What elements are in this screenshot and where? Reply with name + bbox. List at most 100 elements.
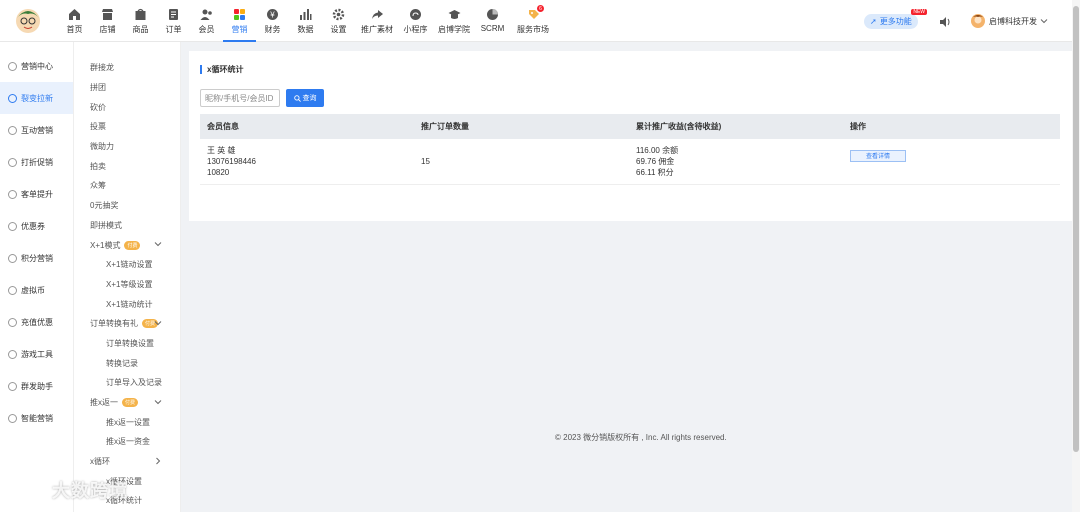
sidebar-item-11[interactable]: 群发助手 bbox=[0, 370, 73, 402]
nav-item-label: 首页 bbox=[66, 25, 83, 34]
sidebar-item-label: 智能营销 bbox=[21, 413, 53, 423]
submenu-item-18[interactable]: 推x返一 付费 bbox=[74, 393, 180, 413]
sidebar-item-icon bbox=[8, 285, 17, 295]
nav-item-2[interactable]: 店铺 bbox=[91, 0, 124, 42]
submenu-item-6[interactable]: 拍卖 bbox=[74, 156, 180, 176]
submenu-item-label: X+1链动设置 bbox=[106, 260, 153, 270]
submenu-item-7[interactable]: 众筹 bbox=[74, 176, 180, 196]
logo-avatar-icon[interactable] bbox=[14, 6, 42, 36]
top-bar: 首页 店铺 商品 订单 会员 营销 ¥ 财务 数据 设置 推广素材 小程序 启博学院 SCRM 服务市场 6 … bbox=[0, 0, 1072, 42]
table-header: 会员信息 推广订单数量 累计推广收益(含待收益) 操作 bbox=[200, 114, 1060, 139]
settings-icon bbox=[332, 8, 345, 21]
goods-icon bbox=[135, 8, 146, 20]
footer-copyright: © 2023 微分销版权所有 , Inc. All rights reserve… bbox=[555, 433, 727, 442]
view-detail-button[interactable]: 查看详情 bbox=[850, 149, 906, 162]
submenu-item-17[interactable]: 订单导入及记录 bbox=[74, 373, 180, 393]
nav-item-1[interactable]: 首页 bbox=[58, 0, 91, 42]
sidebar-item-label: 互动营销 bbox=[21, 125, 53, 135]
watermark-logo-icon bbox=[9, 479, 44, 501]
sidebar-item-2[interactable]: 裂变拉新 bbox=[0, 82, 73, 114]
nav-item-7[interactable]: ¥ 财务 bbox=[256, 0, 289, 42]
nav-item-9[interactable]: 设置 bbox=[322, 0, 355, 42]
nav-item-label: 会员 bbox=[198, 25, 215, 34]
earning-balance: 116.00 余额 bbox=[636, 146, 679, 155]
nav-item-label: 服务市场 bbox=[517, 25, 549, 34]
submenu-item-12[interactable]: X+1等级设置 bbox=[74, 275, 180, 295]
nav-item-8[interactable]: 数据 bbox=[289, 0, 322, 42]
submenu-item-2[interactable]: 拼团 bbox=[74, 78, 180, 98]
sidebar-item-9[interactable]: 充值优惠 bbox=[0, 306, 73, 338]
sidebar-item-icon bbox=[8, 93, 17, 103]
submenu-item-label: 订单导入及记录 bbox=[106, 378, 162, 388]
submenu-item-13[interactable]: X+1链动统计 bbox=[74, 294, 180, 314]
chevron-down-icon bbox=[154, 242, 162, 247]
search-input[interactable] bbox=[200, 89, 280, 107]
sidebar-item-12[interactable]: 智能营销 bbox=[0, 402, 73, 434]
submenu-item-label: 推x返一资金 bbox=[106, 437, 150, 447]
member-name: 王 英 雄 bbox=[207, 146, 236, 155]
secondary-sidebar: 群接龙 拼团 砍价 投票微助力拍卖 众筹 0元抽奖即拼模式 X+1模式 付费 X+1链动设置 X+… bbox=[74, 42, 181, 512]
submenu-item-5[interactable]: 微助力 bbox=[74, 137, 180, 157]
submenu-item-9[interactable]: 即拼模式 bbox=[74, 216, 180, 236]
header-member-info: 会员信息 bbox=[207, 122, 239, 131]
submenu-item-3[interactable]: 砍价 bbox=[74, 97, 180, 117]
paid-tag: 付费 bbox=[124, 240, 141, 250]
submenu-item-14[interactable]: 订单转换有礼 付费 bbox=[74, 314, 180, 334]
submenu-item-15[interactable]: 订单转换设置 bbox=[74, 334, 180, 354]
submenu-item-20[interactable]: 推x返一资金 bbox=[74, 432, 180, 452]
submenu-item-10[interactable]: X+1模式 付费 bbox=[74, 235, 180, 255]
sidebar-item-1[interactable]: 营销中心 bbox=[0, 50, 73, 82]
nav-item-14[interactable]: 服务市场 6 bbox=[509, 0, 557, 42]
nav-item-5[interactable]: 会员 bbox=[190, 0, 223, 42]
submenu-item-label: 微助力 bbox=[90, 142, 114, 152]
submenu-item-label: 转换记录 bbox=[106, 358, 138, 368]
sidebar-item-label: 营销中心 bbox=[21, 61, 53, 71]
nav-item-label: SCRM bbox=[480, 24, 505, 33]
marketing-icon bbox=[234, 9, 245, 20]
nav-item-10[interactable]: 推广素材 bbox=[355, 0, 399, 42]
speaker-icon[interactable] bbox=[939, 16, 951, 28]
sidebar-item-10[interactable]: 游戏工具 bbox=[0, 338, 73, 370]
nav-item-label: 商品 bbox=[132, 25, 149, 34]
submenu-item-label: 即拼模式 bbox=[90, 220, 122, 230]
store-icon bbox=[102, 9, 113, 20]
query-button[interactable]: 查询 bbox=[286, 89, 324, 107]
primary-sidebar: 营销中心裂变拉新互动营销打折促销客单提升 优惠券 积分营销 虚拟币 充值优惠 游戏工具群发… bbox=[0, 42, 74, 512]
sidebar-item-label: 打折促销 bbox=[21, 157, 53, 167]
stats-table: 会员信息 推广订单数量 累计推广收益(含待收益) 操作 王 英 雄 130761… bbox=[200, 114, 1060, 185]
nav-item-13[interactable]: SCRM bbox=[476, 0, 509, 42]
nav-item-label: 店铺 bbox=[99, 25, 116, 34]
submenu-item-19[interactable]: 推x返一设置 bbox=[74, 412, 180, 432]
main-nav: 首页 店铺 商品 订单 会员 营销 ¥ 财务 数据 设置 推广素材 小程序 启博学院 SCRM 服务市场 6 bbox=[58, 0, 557, 42]
sidebar-item-label: 群发助手 bbox=[21, 381, 53, 391]
submenu-item-8[interactable]: 0元抽奖 bbox=[74, 196, 180, 216]
member-icon bbox=[200, 9, 212, 20]
submenu-item-4[interactable]: 投票 bbox=[74, 117, 180, 137]
more-features-button[interactable]: ➚ 更多功能 NEW bbox=[864, 9, 927, 29]
sidebar-item-6[interactable]: 优惠券 bbox=[0, 210, 73, 242]
submenu-item-16[interactable]: 转换记录 bbox=[74, 353, 180, 373]
sidebar-item-4[interactable]: 打折促销 bbox=[0, 146, 73, 178]
submenu-item-label: x循环 bbox=[90, 457, 110, 467]
sidebar-item-3[interactable]: 互动营销 bbox=[0, 114, 73, 146]
nav-item-11[interactable]: 小程序 bbox=[399, 0, 432, 42]
submenu-item-11[interactable]: X+1链动设置 bbox=[74, 255, 180, 275]
sidebar-item-8[interactable]: 虚拟币 bbox=[0, 274, 73, 306]
home-icon bbox=[69, 9, 80, 20]
submenu-item-1[interactable]: 群接龙 bbox=[74, 58, 180, 78]
share-icon bbox=[371, 10, 383, 19]
chevron-down-icon bbox=[154, 321, 162, 326]
scrollbar-thumb[interactable] bbox=[1073, 6, 1079, 452]
service-market-badge: 6 bbox=[537, 5, 544, 12]
submenu-item-21[interactable]: x循环 bbox=[74, 452, 180, 472]
sidebar-item-7[interactable]: 积分营销 bbox=[0, 242, 73, 274]
nav-item-12[interactable]: 启博学院 bbox=[432, 0, 476, 42]
user-menu[interactable]: 启博科技开发 bbox=[971, 14, 1048, 28]
nav-item-6[interactable]: 营销 bbox=[223, 0, 256, 42]
order-count-cell: 15 bbox=[421, 157, 430, 166]
nav-item-label: 营销 bbox=[231, 25, 248, 34]
sidebar-item-5[interactable]: 客单提升 bbox=[0, 178, 73, 210]
nav-item-4[interactable]: 订单 bbox=[157, 0, 190, 42]
header-earnings: 累计推广收益(含待收益) bbox=[636, 122, 722, 131]
nav-item-3[interactable]: 商品 bbox=[124, 0, 157, 42]
